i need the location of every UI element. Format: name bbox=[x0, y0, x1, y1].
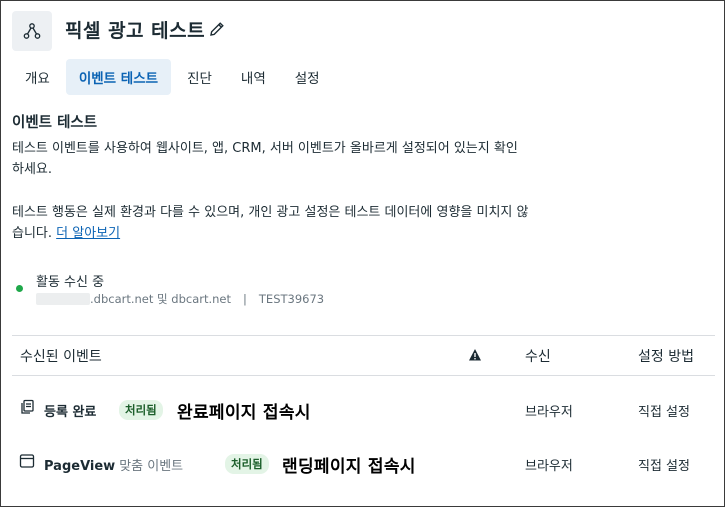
window-frame: 픽셀 광고 테스트 개요 이벤트 테스트 진단 내역 설정 이벤트 테스트 테스… bbox=[0, 0, 725, 507]
description-paragraph: 테스트 이벤트를 사용하여 웹사이트, 앱, CRM, 서버 이벤트가 올바르게… bbox=[12, 138, 592, 180]
header-received-events: 수신된 이벤트 bbox=[20, 348, 102, 365]
status-separator: | bbox=[243, 292, 247, 306]
status-text: 활동 수신 중 bbox=[36, 275, 105, 290]
tab-diagnostics[interactable]: 진단 bbox=[174, 59, 225, 95]
notice-line: 테스트 행동은 실제 환경과 다를 수 있으며, 개인 광고 설정은 테스트 데… bbox=[12, 205, 529, 220]
pixel-network-icon bbox=[12, 11, 52, 51]
header-received: 수신 bbox=[525, 348, 551, 365]
received-cell: 브라우저 bbox=[525, 405, 573, 420]
status-details: .dbcart.net 및 dbcart.net | TEST39673 bbox=[36, 291, 324, 307]
status-domain: .dbcart.net 및 dbcart.net bbox=[90, 292, 232, 306]
status-badge: 처리됨 bbox=[119, 400, 163, 420]
status-badge: 처리됨 bbox=[225, 454, 269, 474]
section-title: 이벤트 테스트 bbox=[12, 115, 98, 131]
notice-line: 습니다. 더 알아보기 bbox=[12, 223, 592, 244]
setup-method-cell: 직접 설정 bbox=[638, 459, 690, 474]
event-name: PageView 맞춤 이벤트 bbox=[44, 455, 183, 474]
redacted-subdomain bbox=[36, 293, 90, 305]
event-label: 랜딩페이지 접속시 bbox=[282, 457, 416, 477]
learn-more-link[interactable]: 더 알아보기 bbox=[56, 226, 120, 241]
copy-pages-icon bbox=[19, 399, 35, 415]
table-header: 수신된 이벤트 수신 설정 방법 bbox=[12, 335, 715, 376]
tab-history[interactable]: 내역 bbox=[228, 59, 279, 95]
description-line: 하세요. bbox=[12, 162, 53, 177]
event-subtype: 맞춤 이벤트 bbox=[119, 459, 184, 474]
tab-test-events[interactable]: 이벤트 테스트 bbox=[65, 59, 172, 95]
event-name-text: PageView bbox=[44, 459, 116, 474]
received-cell: 브라우저 bbox=[525, 459, 573, 474]
page-title: 픽셀 광고 테스트 bbox=[65, 20, 206, 42]
notice-line-end: 습니다. bbox=[12, 226, 53, 241]
warning-icon[interactable] bbox=[468, 348, 482, 362]
tab-bar: 개요 이벤트 테스트 진단 내역 설정 bbox=[12, 59, 336, 95]
tab-overview[interactable]: 개요 bbox=[12, 59, 63, 95]
setup-method-cell: 직접 설정 bbox=[638, 405, 690, 420]
header-setup-method: 설정 방법 bbox=[638, 348, 694, 365]
event-label: 완료페이지 접속시 bbox=[177, 403, 311, 423]
tab-settings[interactable]: 설정 bbox=[282, 59, 333, 95]
table-row[interactable]: PageView 맞춤 이벤트 처리됨 랜딩페이지 접속시 브라우저 직접 설정 bbox=[12, 436, 715, 490]
event-name: 등록 완료 bbox=[44, 405, 97, 420]
notice-paragraph: 테스트 행동은 실제 환경과 다를 수 있으며, 개인 광고 설정은 테스트 데… bbox=[12, 202, 592, 244]
pencil-icon[interactable] bbox=[208, 20, 226, 38]
description-line: 테스트 이벤트를 사용하여 웹사이트, 앱, CRM, 서버 이벤트가 올바르게… bbox=[12, 141, 518, 156]
table-row[interactable]: 등록 완료 처리됨 완료페이지 접속시 브라우저 직접 설정 bbox=[12, 376, 715, 436]
events-table: 수신된 이벤트 수신 설정 방법 등록 완료 처리됨 완료페이지 접속시 브라우… bbox=[12, 335, 715, 490]
status-dot bbox=[16, 285, 23, 292]
test-code: TEST39673 bbox=[258, 292, 325, 306]
browser-window-icon bbox=[19, 453, 35, 469]
